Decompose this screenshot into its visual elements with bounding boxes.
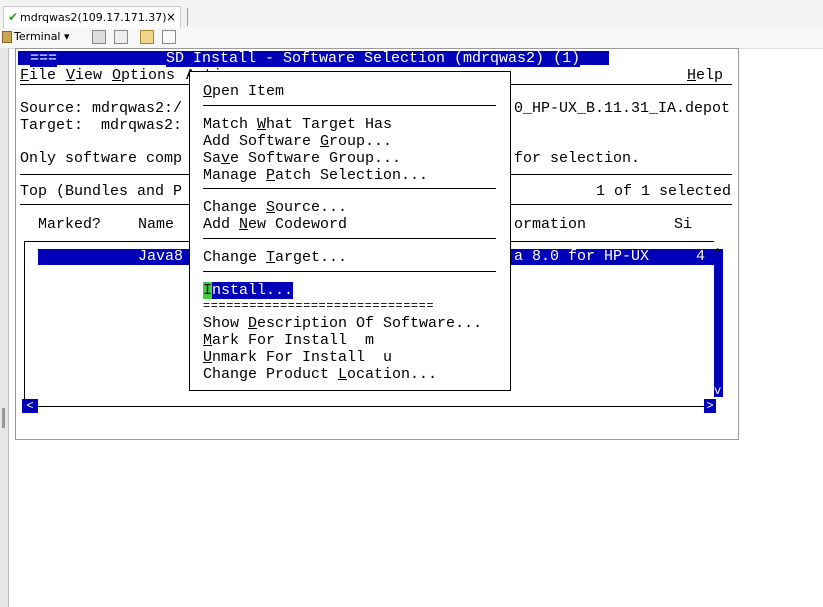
copy-button[interactable] — [92, 30, 108, 44]
menu-view[interactable]: View — [66, 68, 102, 84]
menu-separator — [203, 271, 496, 272]
selection-count: 1 of 1 selected — [596, 183, 732, 200]
edit-button[interactable] — [140, 30, 156, 44]
tab-strip: ✔ mdrqwas2(109.17.171.37) × — [0, 0, 823, 29]
menu-options[interactable]: Options — [112, 68, 175, 84]
list-level-label: Top (Bundles and P — [20, 183, 183, 200]
scroll-right-icon[interactable]: > — [704, 399, 716, 413]
edit-icon — [140, 30, 154, 44]
listbox-left-border — [24, 241, 25, 413]
doc-button[interactable] — [162, 30, 178, 44]
column-information: ormation — [514, 216, 587, 233]
row-information: a 8.0 for HP-UX — [514, 248, 650, 265]
menu-item-add-codeword[interactable]: Add New Codeword — [203, 217, 347, 233]
column-size: Si — [674, 216, 693, 233]
install-label: nstall... — [212, 282, 294, 299]
check-icon: ✔ — [8, 10, 19, 24]
vertical-scrollbar[interactable] — [714, 249, 723, 397]
menu-item-unmark-install[interactable]: Unmark For Install u — [203, 350, 392, 366]
toolbar: Terminal ▾ — [0, 28, 823, 49]
column-name: Name — [138, 216, 175, 233]
menu-item-install[interactable]: Install... — [203, 282, 294, 299]
menu-item-save-group[interactable]: Save Software Group... — [203, 151, 401, 167]
filter-text: Only software comp — [20, 150, 183, 167]
row-size: 4 — [696, 248, 706, 265]
menu-item-manage-patch[interactable]: Manage Patch Selection... — [203, 168, 428, 184]
menu-item-show-description[interactable]: Show Description Of Software... — [203, 316, 482, 332]
actions-menu: Open Item Match What Target Has Add Soft… — [189, 71, 511, 391]
menu-separator — [203, 105, 496, 106]
terminal-menu-button[interactable]: Terminal ▾ — [2, 30, 70, 43]
terminal-window[interactable]: === SD Install - Software Selection (mdr… — [15, 48, 739, 440]
window-title: SD Install - Software Selection (mdrqwas… — [166, 50, 581, 67]
target-label: Target: mdrqwas2: — [20, 117, 183, 134]
session-tab[interactable]: ✔ mdrqwas2(109.17.171.37) × — [3, 6, 181, 29]
column-marked: Marked? — [38, 216, 102, 233]
copy-icon — [92, 30, 106, 44]
menu-item-change-location[interactable]: Change Product Location... — [203, 367, 437, 383]
terminal-menu-label: Terminal — [14, 30, 61, 43]
document-icon — [162, 30, 176, 44]
chevron-down-icon: ▾ — [64, 30, 70, 43]
source-label: Source: mdrqwas2:/ — [20, 100, 183, 117]
menu-separator — [203, 238, 496, 239]
source-depot: 0_HP-UX_B.11.31_IA.depot — [514, 100, 731, 117]
left-gutter — [0, 48, 9, 607]
close-icon[interactable]: × — [166, 10, 176, 24]
scroll-up-icon[interactable]: ^ — [714, 245, 721, 261]
filter-text-tail: for selection. — [514, 150, 641, 167]
session-tab-label: mdrqwas2(109.17.171.37) — [20, 11, 167, 24]
menu-help[interactable]: Help — [687, 68, 723, 84]
scroll-left-icon[interactable]: < — [22, 399, 38, 413]
lightning-button[interactable] — [114, 30, 130, 44]
menu-item-change-source[interactable]: Change Source... — [203, 200, 347, 216]
menu-double-separator: ============================== — [203, 299, 435, 313]
resize-handle[interactable] — [2, 408, 5, 428]
menu-item-change-target[interactable]: Change Target... — [203, 250, 347, 266]
listbox-bottom-border — [24, 406, 714, 407]
menu-item-add-group[interactable]: Add Software Group... — [203, 134, 392, 150]
row-name: Java8 — [138, 248, 184, 265]
menu-file[interactable]: File — [20, 68, 56, 84]
scroll-down-icon[interactable]: v — [714, 383, 721, 399]
menu-separator — [203, 188, 496, 189]
title-bar-left: === — [30, 50, 58, 67]
tab-divider — [187, 8, 188, 26]
menu-item-match-target[interactable]: Match What Target Has — [203, 117, 392, 133]
menu-item-mark-install[interactable]: Mark For Install m — [203, 333, 374, 349]
lock-icon — [2, 31, 12, 43]
menu-item-open-item[interactable]: Open Item — [203, 84, 284, 100]
lightning-icon — [114, 30, 128, 44]
text-cursor: I — [203, 282, 213, 299]
